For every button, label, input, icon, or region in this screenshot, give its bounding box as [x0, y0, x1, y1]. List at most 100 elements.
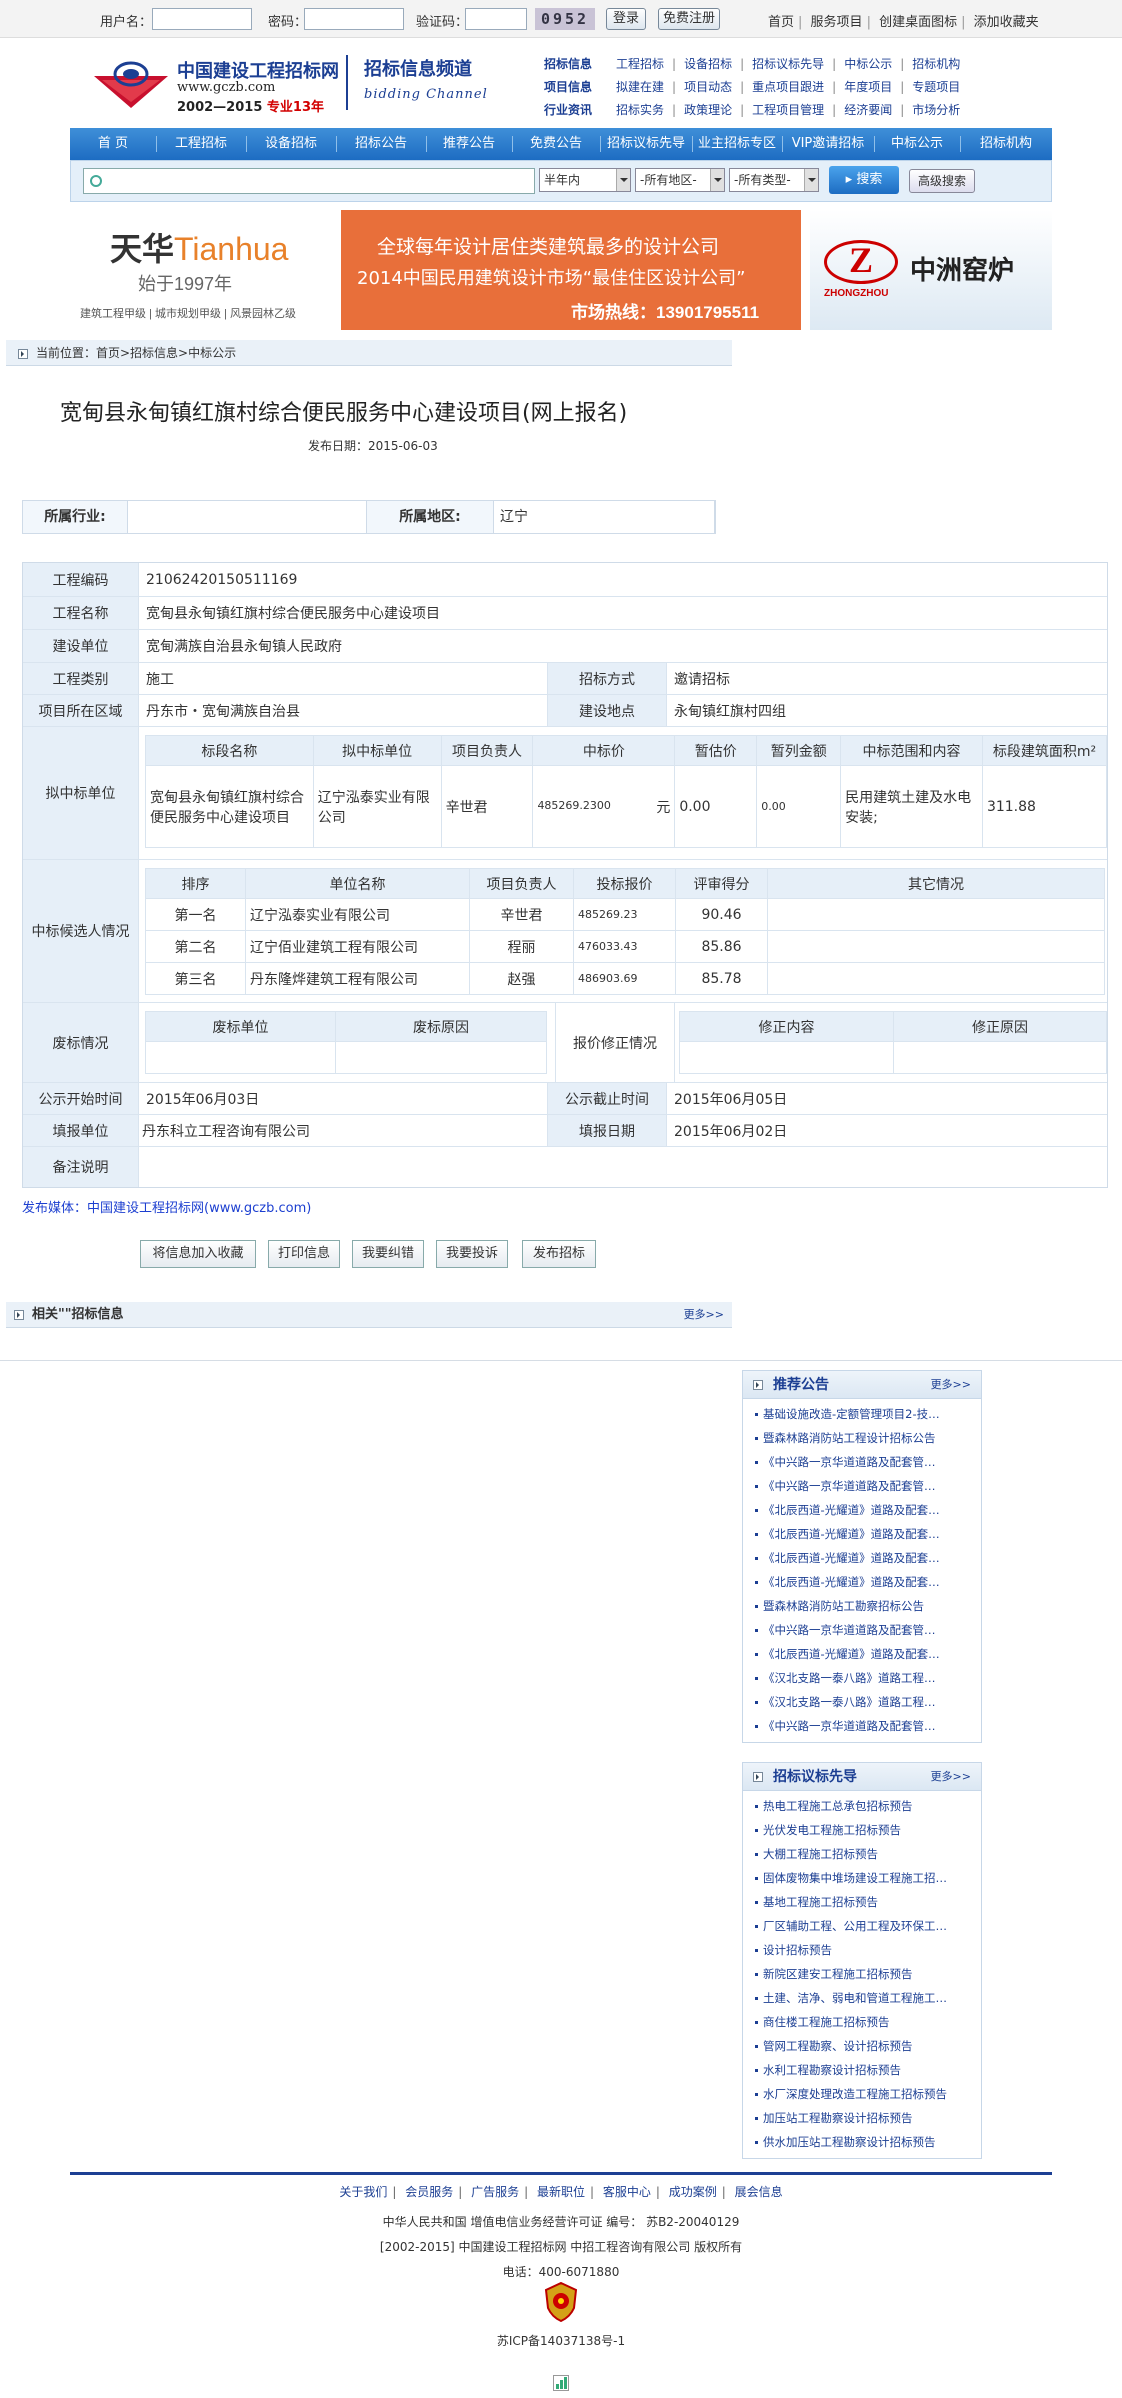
- register-button[interactable]: 免费注册: [658, 8, 720, 30]
- nav-home[interactable]: 首 页: [70, 128, 156, 160]
- category-link[interactable]: 招标实务: [616, 99, 664, 122]
- category-link[interactable]: 政策理论: [684, 99, 732, 122]
- print-button[interactable]: 打印信息: [268, 1240, 340, 1268]
- search-input[interactable]: [83, 168, 535, 194]
- category-link[interactable]: 项目动态: [684, 76, 732, 99]
- category-link[interactable]: 设备招标: [684, 53, 732, 76]
- list-item[interactable]: 基地工程施工招标预告: [743, 1890, 981, 1914]
- captcha-image[interactable]: 0952: [535, 8, 595, 30]
- related-more-link[interactable]: 更多>>: [684, 1302, 724, 1328]
- list-item[interactable]: 厂区辅助工程、公用工程及环保工…: [743, 1914, 981, 1938]
- list-item[interactable]: 《北辰西道-光耀道》道路及配套…: [743, 1546, 981, 1570]
- list-item[interactable]: 《中兴路一京华道道路及配套管…: [743, 1618, 981, 1642]
- nav-owner-zone[interactable]: 业主招标专区: [692, 128, 782, 160]
- advanced-search-button[interactable]: 高级搜索: [909, 169, 975, 193]
- add-favorite-button[interactable]: 将信息加入收藏: [140, 1240, 256, 1268]
- recommend-more-link[interactable]: 更多>>: [931, 1371, 971, 1399]
- publish-media[interactable]: 发布媒体：中国建设工程招标网(www.gczb.com): [22, 1197, 311, 1216]
- list-item[interactable]: 暨森林路消防站工程设计招标公告: [743, 1426, 981, 1450]
- nav-engineering-bids[interactable]: 工程招标: [156, 128, 246, 160]
- list-item[interactable]: 大棚工程施工招标预告: [743, 1842, 981, 1866]
- publish-bid-button[interactable]: 发布招标: [522, 1240, 596, 1268]
- list-item[interactable]: 设计招标预告: [743, 1938, 981, 1962]
- top-link-home[interactable]: 首页: [768, 15, 794, 30]
- footer-link-jobs[interactable]: 最新职位: [537, 2185, 585, 2199]
- list-item[interactable]: 固体废物集中堆场建设工程施工招…: [743, 1866, 981, 1890]
- site-logo[interactable]: 中国建设工程招标网 www.gczb.com 2002—2015 专业13年: [92, 55, 342, 115]
- list-item[interactable]: 《北辰西道-光耀道》道路及配套…: [743, 1498, 981, 1522]
- top-link-services[interactable]: 服务项目: [811, 15, 863, 30]
- search-button[interactable]: ▸ 搜索: [829, 166, 899, 194]
- report-error-button[interactable]: 我要纠错: [352, 1240, 424, 1268]
- list-item[interactable]: 《北辰西道-光耀道》道路及配套…: [743, 1570, 981, 1594]
- category-link[interactable]: 中标公示: [844, 53, 892, 76]
- footer-link-exhibitions[interactable]: 展会信息: [735, 2185, 783, 2199]
- banner-design-company[interactable]: 全球每年设计居住类建筑最多的设计公司 2014中国民用建筑设计市场“最佳住区设计…: [341, 210, 801, 330]
- footer-link-about[interactable]: 关于我们: [339, 2185, 387, 2199]
- category-link[interactable]: 专题项目: [912, 76, 960, 99]
- nav-recommended[interactable]: 推荐公告: [426, 128, 512, 160]
- footer-link-ads[interactable]: 广告服务: [471, 2185, 519, 2199]
- banner-zhongzhou[interactable]: ZHONGZHOU 中洲窑炉: [810, 210, 1052, 330]
- complaint-button[interactable]: 我要投诉: [436, 1240, 508, 1268]
- nav-vip-invite[interactable]: VIP邀请招标: [782, 128, 874, 160]
- category-row: 项目信息 拟建在建 | 项目动态 | 重点项目跟进 | 年度项目 | 专题项目: [544, 76, 960, 99]
- nav-bid-notices[interactable]: 招标公告: [336, 128, 426, 160]
- nav-pioneer[interactable]: 招标议标先导: [600, 128, 692, 160]
- password-input[interactable]: [304, 8, 404, 30]
- category-link[interactable]: 经济要闻: [844, 99, 892, 122]
- list-item[interactable]: 《中兴路一京华道道路及配套管…: [743, 1474, 981, 1498]
- list-item[interactable]: 新院区建安工程施工招标预告: [743, 1962, 981, 1986]
- category-link[interactable]: 招标议标先导: [752, 53, 824, 76]
- list-item[interactable]: 《北辰西道-光耀道》道路及配套…: [743, 1642, 981, 1666]
- category-link[interactable]: 招标机构: [912, 53, 960, 76]
- category-link[interactable]: 工程招标: [616, 53, 664, 76]
- list-item[interactable]: 土建、洁净、弱电和管道工程施工…: [743, 1986, 981, 2010]
- banner-tianhua[interactable]: 天华Tianhua 始于1997年 建筑工程甲级 | 城市规划甲级 | 风景园林…: [70, 210, 338, 330]
- category-label[interactable]: 行业资讯: [544, 99, 616, 122]
- category-label[interactable]: 招标信息: [544, 53, 616, 76]
- category-label[interactable]: 项目信息: [544, 76, 616, 99]
- list-item[interactable]: 光伏发电工程施工招标预告: [743, 1818, 981, 1842]
- top-link-desktop-icon[interactable]: 创建桌面图标: [879, 15, 957, 30]
- username-input[interactable]: [152, 8, 252, 30]
- list-item[interactable]: 《汉北支路一泰八路》道路工程…: [743, 1666, 981, 1690]
- list-item[interactable]: 暨森林路消防站工勘察招标公告: [743, 1594, 981, 1618]
- type-select[interactable]: -所有类型-: [729, 168, 819, 192]
- list-item[interactable]: 商住楼工程施工招标预告: [743, 2010, 981, 2034]
- breadcrumb-text[interactable]: 当前位置：首页>招标信息>中标公示: [36, 346, 236, 360]
- category-link[interactable]: 拟建在建: [616, 76, 664, 99]
- list-item[interactable]: 《中兴路一京华道道路及配套管…: [743, 1450, 981, 1474]
- stats-counter-icon[interactable]: [553, 2375, 569, 2391]
- category-link[interactable]: 重点项目跟进: [752, 76, 824, 99]
- nav-award-notice[interactable]: 中标公示: [874, 128, 960, 160]
- list-item[interactable]: 《中兴路一京华道道路及配套管…: [743, 1714, 981, 1738]
- list-item[interactable]: 《汉北支路一泰八路》道路工程…: [743, 1690, 981, 1714]
- list-item[interactable]: 《北辰西道-光耀道》道路及配套…: [743, 1522, 981, 1546]
- list-item[interactable]: 加压站工程勘察设计招标预告: [743, 2106, 981, 2130]
- category-link[interactable]: 工程项目管理: [752, 99, 824, 122]
- category-link[interactable]: 年度项目: [844, 76, 892, 99]
- footer-icp[interactable]: 苏ICP备14037138号-1: [0, 2332, 1122, 2349]
- pioneer-more-link[interactable]: 更多>>: [931, 1763, 971, 1791]
- time-select[interactable]: 半年内: [539, 168, 631, 192]
- nav-agencies[interactable]: 招标机构: [960, 128, 1052, 160]
- col-header: 暂估价: [674, 735, 758, 766]
- top-link-favorite[interactable]: 添加收藏夹: [974, 15, 1039, 30]
- list-item[interactable]: 水利工程勘察设计招标预告: [743, 2058, 981, 2082]
- footer-link-support[interactable]: 客服中心: [603, 2185, 651, 2199]
- list-item[interactable]: 供水加压站工程勘察设计招标预告: [743, 2130, 981, 2154]
- region-select[interactable]: -所有地区-: [635, 168, 725, 192]
- footer-link-member[interactable]: 会员服务: [405, 2185, 453, 2199]
- footer-link-cases[interactable]: 成功案例: [669, 2185, 717, 2199]
- list-item[interactable]: 管网工程勘察、设计招标预告: [743, 2034, 981, 2058]
- list-item[interactable]: 热电工程施工总承包招标预告: [743, 1794, 981, 1818]
- category-link[interactable]: 市场分析: [912, 99, 960, 122]
- police-badge-icon[interactable]: [544, 2282, 578, 2322]
- captcha-input[interactable]: [465, 8, 527, 30]
- login-button[interactable]: 登录: [606, 8, 646, 30]
- nav-free-notices[interactable]: 免费公告: [512, 128, 600, 160]
- nav-equipment-bids[interactable]: 设备招标: [246, 128, 336, 160]
- list-item[interactable]: 基础设施改造-定额管理项目2-技…: [743, 1402, 981, 1426]
- list-item[interactable]: 水厂深度处理改造工程施工招标预告: [743, 2082, 981, 2106]
